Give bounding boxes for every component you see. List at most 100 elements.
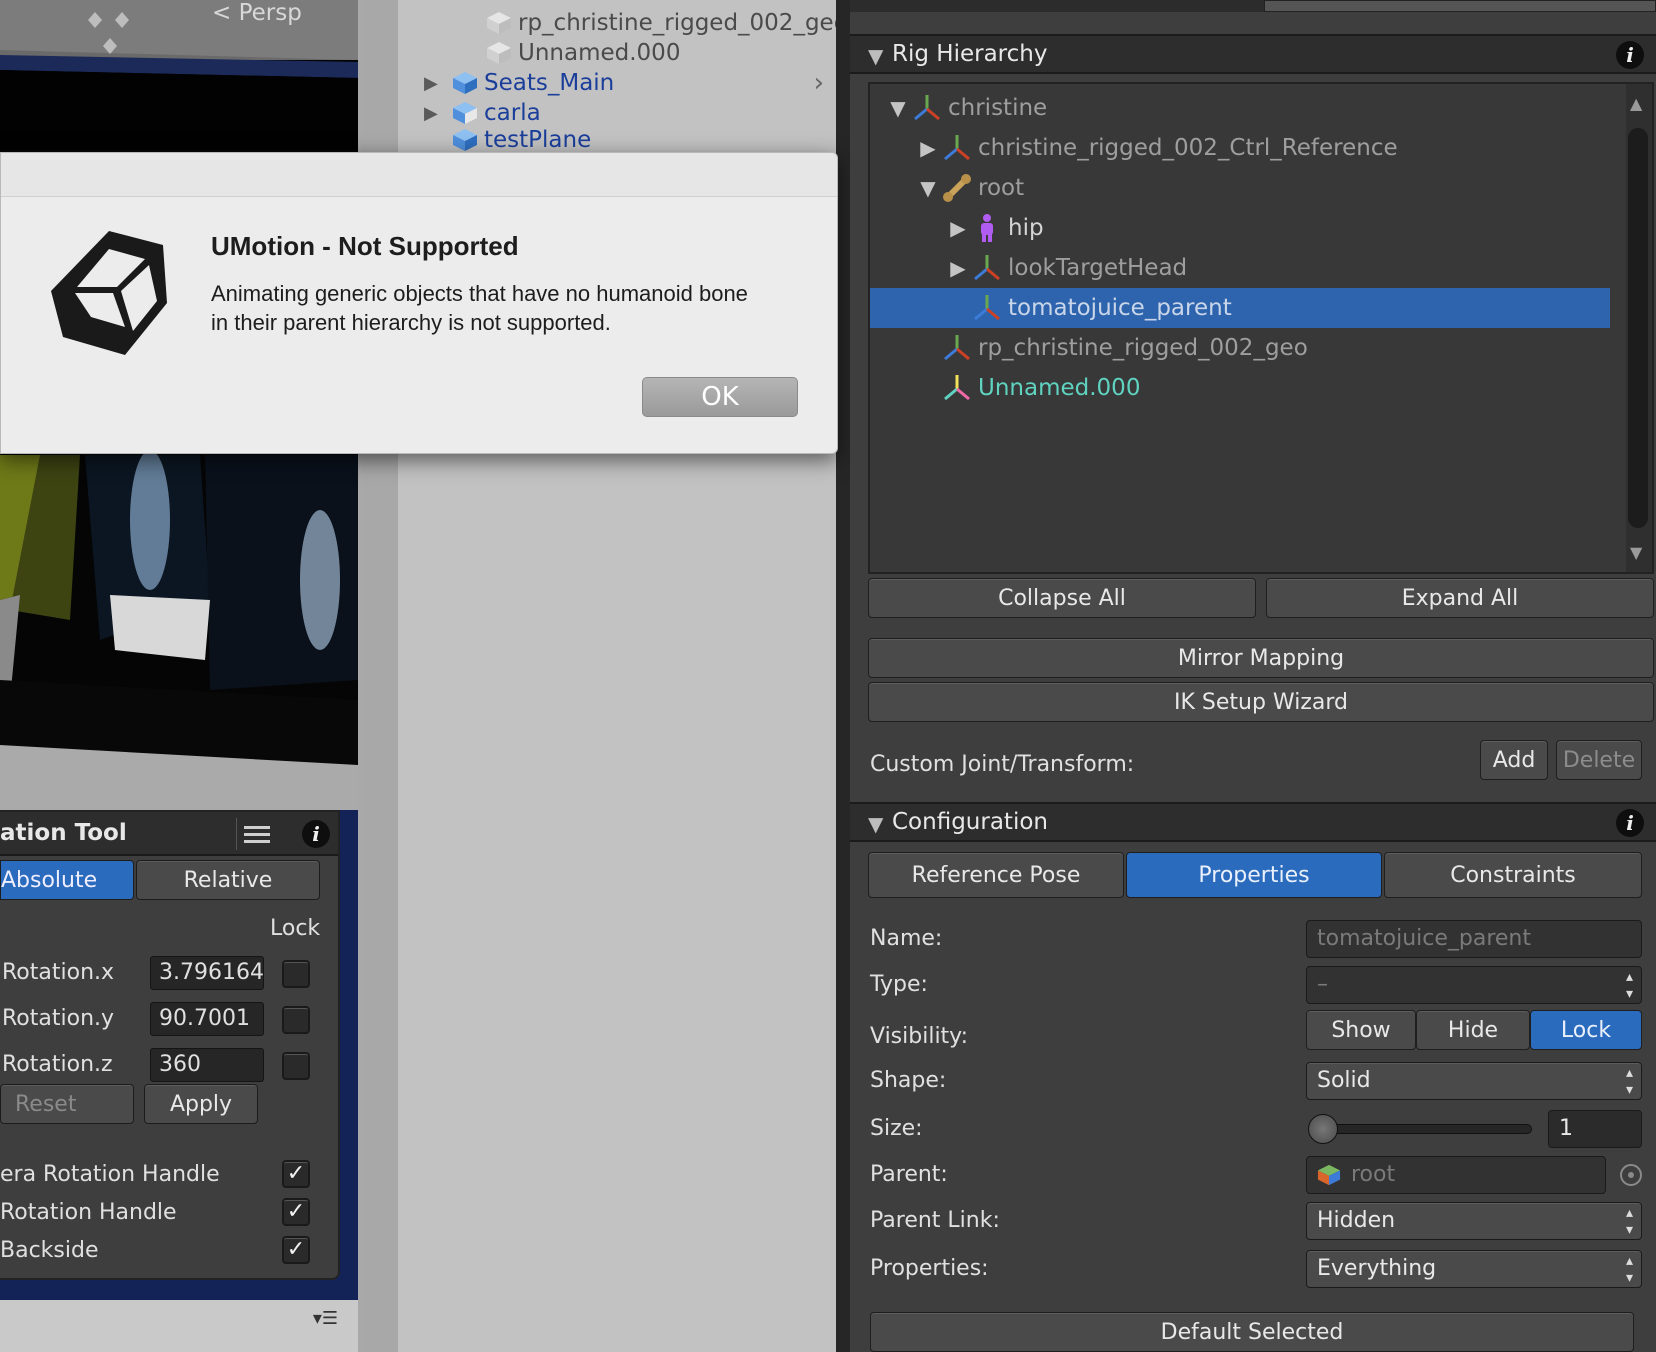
bottom-toolbar: ▾☰ <box>0 1300 358 1352</box>
size-slider-thumb[interactable] <box>1308 1114 1338 1144</box>
expand-arrow-icon[interactable]: ▶ <box>944 216 972 240</box>
hierarchy-item[interactable]: ▶ Seats_Main › <box>424 68 834 98</box>
reset-button[interactable]: Reset <box>0 1084 134 1124</box>
prefab-cube-icon <box>453 129 477 151</box>
expand-arrow-icon[interactable]: ▶ <box>944 256 972 280</box>
menu-icon[interactable] <box>236 818 276 850</box>
rotation-x-input[interactable]: 3.796164 <box>150 956 264 990</box>
rig-tree-scrollbar[interactable]: ▲ ▼ <box>1626 84 1652 572</box>
properties-dropdown[interactable]: Everything ▴ ▾ <box>1306 1250 1642 1288</box>
name-field[interactable]: tomatojuice_parent <box>1306 920 1642 958</box>
rig-node-geo[interactable]: rp_christine_rigged_002_geo <box>870 328 1610 368</box>
size-slider-track[interactable] <box>1310 1124 1532 1134</box>
prefab-model-icon <box>453 102 477 124</box>
rig-node-ctrl-reference[interactable]: ▶ christine_rigged_002_Ctrl_Reference <box>870 128 1610 168</box>
ik-setup-wizard-button[interactable]: IK Setup Wizard <box>868 682 1654 722</box>
expand-arrow-icon[interactable]: ▶ <box>914 136 942 160</box>
section-title: Rig Hierarchy <box>892 41 1048 67</box>
rotation-handle-checkbox[interactable]: ✓ <box>282 1198 310 1226</box>
expand-arrow-icon[interactable]: ▶ <box>424 103 446 124</box>
delete-custom-joint-button[interactable]: Delete <box>1556 740 1642 780</box>
hierarchy-item[interactable]: rp_christine_rigged_002_geo <box>486 8 848 38</box>
top-tab-bar <box>850 0 1656 12</box>
tab-properties[interactable]: Properties <box>1126 852 1382 898</box>
rotation-handle-label: Rotation Handle <box>0 1200 177 1225</box>
rig-node-christine[interactable]: ▼ christine <box>870 88 1610 128</box>
mode-absolute-tab[interactable]: Absolute <box>0 860 134 900</box>
prefab-cube-icon <box>453 72 477 94</box>
scroll-up-icon[interactable]: ▲ <box>1630 94 1642 113</box>
dropdown-arrows-icon: ▴ ▾ <box>1625 969 1633 1002</box>
info-icon[interactable]: i <box>1616 41 1644 69</box>
rig-hierarchy-tree[interactable]: ▼ christine ▶ christine_rigged_002_Ctrl_… <box>868 82 1654 574</box>
add-custom-joint-button[interactable]: Add <box>1480 740 1548 780</box>
umotion-inspector: ▼ Rig Hierarchy i ▼ christine ▶ christin… <box>850 0 1656 1352</box>
parent-link-label: Parent Link: <box>870 1208 1000 1233</box>
configuration-header[interactable]: ▼ Configuration i <box>850 802 1656 842</box>
visibility-hide-button[interactable]: Hide <box>1416 1010 1530 1050</box>
object-picker-icon[interactable] <box>1620 1164 1642 1186</box>
rig-node-tomatojuice-parent[interactable]: tomatojuice_parent <box>870 288 1610 328</box>
dialog-titlebar[interactable] <box>1 153 837 197</box>
expand-arrow-icon[interactable]: ▶ <box>424 73 446 94</box>
panel-divider[interactable] <box>836 0 850 1352</box>
collapse-triangle-icon[interactable]: ▼ <box>868 812 883 836</box>
tab-options[interactable] <box>1264 0 1656 12</box>
scroll-thumb[interactable] <box>1628 128 1648 528</box>
scene-gizmo-icon[interactable] <box>70 0 180 70</box>
rig-node-hip[interactable]: ▶ hip <box>870 208 1610 248</box>
tab-constraints[interactable]: Constraints <box>1384 852 1642 898</box>
rotation-x-label: Rotation.x <box>2 960 115 985</box>
parent-link-dropdown[interactable]: Hidden ▴ ▾ <box>1306 1202 1642 1240</box>
persp-label[interactable]: < Persp <box>212 0 302 26</box>
scroll-down-icon[interactable]: ▼ <box>1630 543 1642 562</box>
type-dropdown[interactable]: – ▴ ▾ <box>1306 966 1642 1004</box>
checkmark-icon: ✓ <box>286 1199 306 1224</box>
hierarchy-item-label: Seats_Main <box>484 70 615 96</box>
ok-button[interactable]: OK <box>642 377 798 417</box>
name-label: Name: <box>870 926 943 951</box>
parent-label: Parent: <box>870 1162 948 1187</box>
size-input[interactable]: 1 <box>1548 1110 1642 1148</box>
collapse-triangle-icon[interactable]: ▼ <box>868 44 883 68</box>
visibility-show-button[interactable]: Show <box>1306 1010 1416 1050</box>
hierarchy-item[interactable]: Unnamed.000 <box>486 38 680 68</box>
visibility-label: Visibility: <box>870 1024 969 1049</box>
apply-button[interactable]: Apply <box>144 1084 258 1124</box>
rig-node-unnamed[interactable]: Unnamed.000 <box>870 368 1610 408</box>
mirror-mapping-button[interactable]: Mirror Mapping <box>868 638 1654 678</box>
checkmark-icon: ✓ <box>286 1161 306 1186</box>
rotation-y-input[interactable]: 90.7001 <box>150 1002 264 1036</box>
shape-label: Shape: <box>870 1068 947 1093</box>
rig-node-root[interactable]: ▼ root <box>870 168 1610 208</box>
expand-arrow-icon[interactable]: ▼ <box>914 176 942 200</box>
list-options-icon[interactable]: ▾☰ <box>313 1308 338 1329</box>
hierarchy-item[interactable]: ▶ carla <box>424 98 541 128</box>
properties-value: Everything <box>1317 1256 1437 1281</box>
info-icon[interactable]: i <box>302 820 330 848</box>
tab-reference-pose[interactable]: Reference Pose <box>868 852 1124 898</box>
default-selected-button[interactable]: Default Selected <box>870 1312 1634 1352</box>
camera-rotation-handle-checkbox[interactable]: ✓ <box>282 1160 310 1188</box>
size-label: Size: <box>870 1116 923 1141</box>
node-label: tomatojuice_parent <box>1008 295 1232 321</box>
properties-label: Properties: <box>870 1256 989 1281</box>
parent-field[interactable]: root <box>1306 1156 1606 1194</box>
chevron-right-icon[interactable]: › <box>814 68 824 98</box>
collapse-all-button[interactable]: Collapse All <box>868 578 1256 618</box>
rotation-y-lock-checkbox[interactable] <box>282 1006 310 1034</box>
hierarchy-item[interactable]: testPlane <box>452 128 834 152</box>
shape-dropdown[interactable]: Solid ▴ ▾ <box>1306 1062 1642 1100</box>
rotation-tool-header: ation Tool i <box>0 812 338 856</box>
info-icon[interactable]: i <box>1616 809 1644 837</box>
backside-checkbox[interactable]: ✓ <box>282 1236 310 1264</box>
rotation-z-input[interactable]: 360 <box>150 1048 264 1082</box>
rig-hierarchy-header[interactable]: ▼ Rig Hierarchy i <box>850 34 1656 74</box>
rotation-x-lock-checkbox[interactable] <box>282 960 310 988</box>
expand-arrow-icon[interactable]: ▼ <box>884 96 912 120</box>
visibility-lock-button[interactable]: Lock <box>1530 1010 1642 1050</box>
rotation-z-lock-checkbox[interactable] <box>282 1052 310 1080</box>
mode-relative-tab[interactable]: Relative <box>136 860 320 900</box>
expand-all-button[interactable]: Expand All <box>1266 578 1654 618</box>
rig-node-looktargethead[interactable]: ▶ lookTargetHead <box>870 248 1610 288</box>
